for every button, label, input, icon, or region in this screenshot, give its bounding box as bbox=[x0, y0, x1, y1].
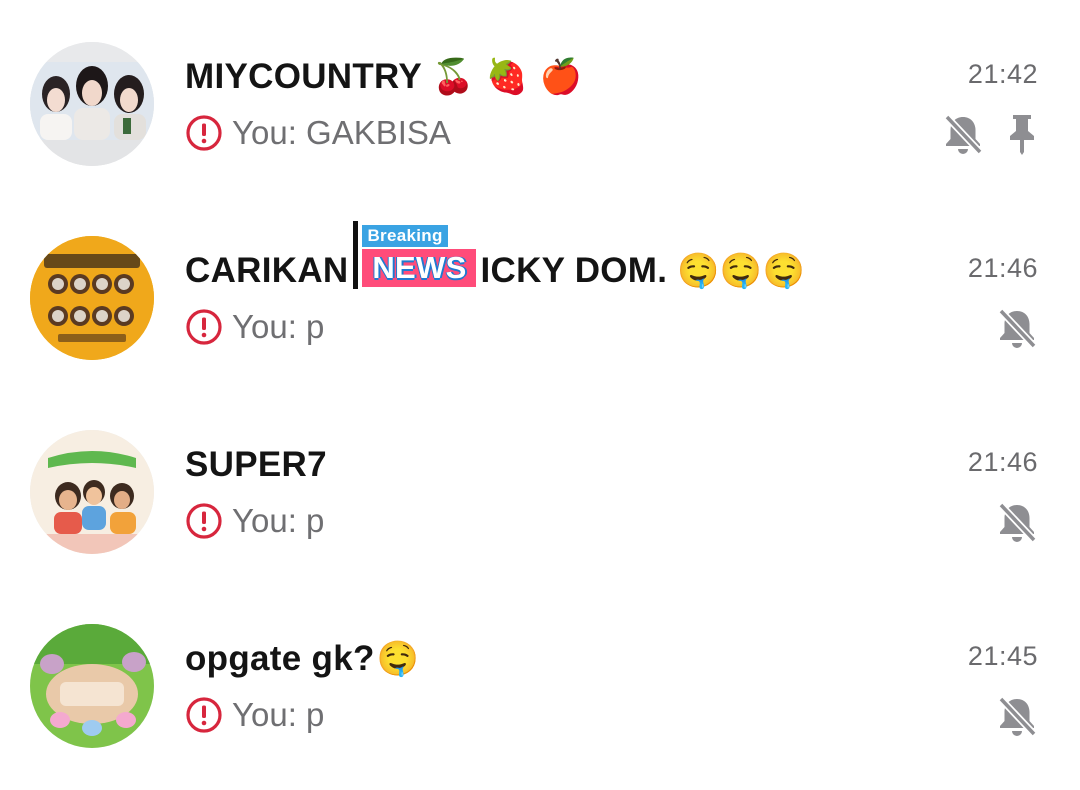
sticker-top-label: Breaking bbox=[362, 225, 448, 247]
chat-title-text-end: ICKY DOM. bbox=[480, 251, 668, 290]
avatar-image bbox=[30, 236, 154, 360]
avatar-image bbox=[30, 624, 154, 748]
avatar-image bbox=[30, 430, 154, 554]
breaking-news-sticker: Breaking NEWS bbox=[353, 221, 478, 295]
chat-title: MIYCOUNTRY 🍒 🍓 🍎 bbox=[185, 53, 582, 101]
chat-title: SUPER7 bbox=[185, 441, 327, 489]
message-time: 21:42 bbox=[967, 59, 1038, 89]
chat-title-emoji: 🤤🤤🤤 bbox=[677, 251, 806, 291]
chat-title-text: SUPER7 bbox=[185, 445, 327, 484]
muted-bell-icon bbox=[998, 696, 1037, 737]
pin-icon bbox=[1010, 115, 1034, 155]
status-icons bbox=[996, 497, 1038, 547]
chat-row[interactable]: SUPER7 You: p 21:46 bbox=[0, 394, 1080, 588]
sticker-main-label: NEWS bbox=[362, 249, 477, 287]
message-time: 21:46 bbox=[967, 253, 1038, 283]
muted-bell-icon bbox=[944, 114, 983, 155]
message-time: 21:45 bbox=[967, 641, 1038, 671]
chat-title-emoji: 🤤 bbox=[376, 639, 420, 679]
chat-row[interactable]: CARIKAN Breaking NEWS ICKY DOM. 🤤🤤🤤 You:… bbox=[0, 200, 1080, 394]
status-icons bbox=[942, 109, 1038, 159]
status-icons bbox=[996, 303, 1038, 353]
group-avatar[interactable] bbox=[30, 42, 154, 166]
message-preview-text: You: p bbox=[232, 502, 325, 539]
send-failed-icon bbox=[186, 309, 222, 345]
message-preview: You: p bbox=[185, 498, 324, 544]
muted-bell-icon bbox=[998, 308, 1037, 349]
chat-title-emoji: 🍒 🍓 🍎 bbox=[431, 57, 583, 97]
message-preview-text: You: p bbox=[232, 696, 325, 733]
chat-row[interactable]: MIYCOUNTRY 🍒 🍓 🍎 You: GAKBISA 21:42 bbox=[0, 6, 1080, 200]
message-preview: You: p bbox=[185, 692, 324, 738]
group-avatar[interactable] bbox=[30, 624, 154, 748]
message-time: 21:46 bbox=[967, 447, 1038, 477]
sticker-bar bbox=[353, 221, 359, 289]
group-avatar[interactable] bbox=[30, 430, 154, 554]
message-preview-text: You: p bbox=[232, 308, 325, 345]
message-preview: You: GAKBISA bbox=[185, 110, 451, 156]
chat-title-text: CARIKAN bbox=[185, 251, 349, 290]
chat-row[interactable]: opgate gk? 🤤 You: p 21:45 bbox=[0, 588, 1080, 782]
chat-list: MIYCOUNTRY 🍒 🍓 🍎 You: GAKBISA 21:42 CARI… bbox=[0, 0, 1080, 790]
message-preview: You: p bbox=[185, 304, 324, 350]
chat-title: opgate gk? 🤤 bbox=[185, 635, 419, 683]
group-avatar[interactable] bbox=[30, 236, 154, 360]
send-failed-icon bbox=[186, 697, 222, 733]
message-preview-text: You: GAKBISA bbox=[232, 114, 451, 151]
send-failed-icon bbox=[186, 115, 222, 151]
chat-title: CARIKAN Breaking NEWS ICKY DOM. 🤤🤤🤤 bbox=[185, 221, 806, 295]
avatar-image bbox=[30, 42, 154, 166]
status-icons bbox=[996, 691, 1038, 741]
send-failed-icon bbox=[186, 503, 222, 539]
chat-title-text: opgate gk? bbox=[185, 639, 375, 678]
muted-bell-icon bbox=[998, 502, 1037, 543]
chat-title-text: MIYCOUNTRY bbox=[185, 57, 422, 96]
